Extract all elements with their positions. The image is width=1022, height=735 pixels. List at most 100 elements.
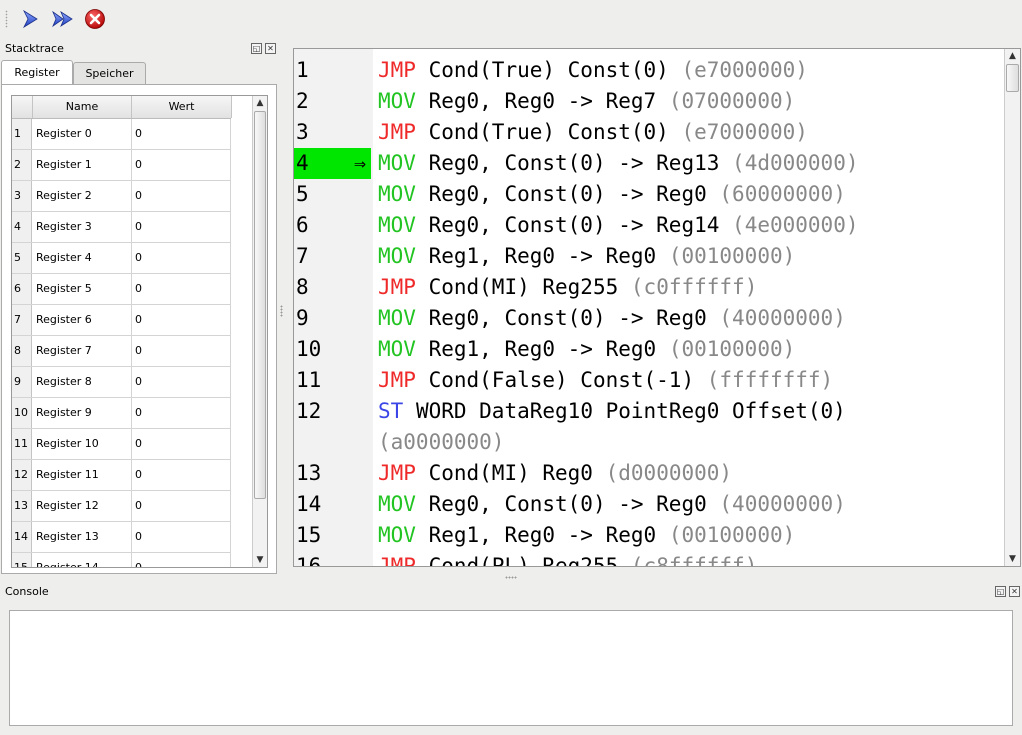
- register-name-cell[interactable]: Register 5: [33, 274, 132, 304]
- vertical-splitter[interactable]: [280, 305, 283, 317]
- opcode: MOV: [378, 306, 416, 330]
- table-row[interactable]: 1 Register 00: [12, 119, 231, 150]
- code-line[interactable]: 7 MOV Reg1, Reg0 -> Reg0 (00100000): [294, 241, 999, 272]
- register-name-cell[interactable]: Register 0: [33, 119, 132, 149]
- code-scroll-up-icon[interactable]: ▲: [1005, 49, 1020, 63]
- code-line[interactable]: 5 MOV Reg0, Const(0) -> Reg0 (60000000): [294, 179, 999, 210]
- run-button[interactable]: [51, 8, 73, 30]
- code-line[interactable]: 14 MOV Reg0, Const(0) -> Reg0 (40000000): [294, 489, 999, 520]
- line-number: 15: [296, 523, 322, 547]
- code-scroll-down-icon[interactable]: ▼: [1005, 552, 1020, 566]
- table-row[interactable]: 9 Register 80: [12, 367, 231, 398]
- register-value-cell[interactable]: 0: [132, 553, 231, 567]
- console-float-icon[interactable]: ◱: [995, 586, 1006, 597]
- code-line[interactable]: 8 JMP Cond(MI) Reg255 (c0ffffff): [294, 272, 999, 303]
- register-value-cell[interactable]: 0: [132, 181, 231, 211]
- close-dock-icon[interactable]: ✕: [265, 43, 276, 54]
- table-row[interactable]: 14 Register 13 0: [12, 522, 231, 553]
- register-value-cell[interactable]: 0: [132, 305, 231, 335]
- register-name-cell[interactable]: Register 1: [33, 150, 132, 180]
- register-name-cell[interactable]: Register 14: [33, 553, 132, 567]
- opcode: JMP: [378, 368, 416, 392]
- code-line[interactable]: 16 JMP Cond(PL) Reg255 (c8ffffff): [294, 551, 999, 567]
- table-row[interactable]: 15 Register 14 0: [12, 553, 231, 567]
- table-row[interactable]: 8 Register 70: [12, 336, 231, 367]
- table-row[interactable]: 7 Register 60: [12, 305, 231, 336]
- code-scrollbar[interactable]: ▲ ▼: [1004, 49, 1020, 566]
- table-row[interactable]: 12 Register 11 0: [12, 460, 231, 491]
- register-name-cell[interactable]: Register 6: [33, 305, 132, 335]
- opcode: MOV: [378, 89, 416, 113]
- stop-button[interactable]: [84, 8, 106, 30]
- register-value-cell[interactable]: 0: [132, 398, 231, 428]
- hex-encoding: (c8ffffff): [630, 554, 758, 567]
- table-row[interactable]: 2 Register 10: [12, 150, 231, 181]
- table-row[interactable]: 4 Register 30: [12, 212, 231, 243]
- code-line[interactable]: 10 MOV Reg1, Reg0 -> Reg0 (00100000): [294, 334, 999, 365]
- line-number: 12: [296, 399, 322, 423]
- row-number: 12: [12, 460, 32, 490]
- tab-speicher[interactable]: Speicher: [73, 62, 146, 85]
- line-number: 3: [296, 120, 309, 144]
- table-row[interactable]: 6 Register 50: [12, 274, 231, 305]
- register-name-cell[interactable]: Register 10: [33, 429, 132, 459]
- code-line[interactable]: 3 JMP Cond(True) Const(0) (e7000000): [294, 117, 999, 148]
- scroll-down-icon[interactable]: ▼: [253, 553, 267, 567]
- line-number: 9: [296, 306, 309, 330]
- opcode: MOV: [378, 244, 416, 268]
- code-line[interactable]: 2 MOV Reg0, Reg0 -> Reg7 (07000000): [294, 86, 999, 117]
- register-name-cell[interactable]: Register 3: [33, 212, 132, 242]
- code-line[interactable]: 4 ⇒ MOV Reg0, Const(0) -> Reg13 (4d000000): [294, 148, 999, 179]
- register-name-cell[interactable]: Register 8: [33, 367, 132, 397]
- register-value-cell[interactable]: 0: [132, 119, 231, 149]
- column-header-name[interactable]: Name: [33, 96, 132, 118]
- register-name-cell[interactable]: Register 4: [33, 243, 132, 273]
- step-button[interactable]: [19, 8, 41, 30]
- table-row[interactable]: 11 Register 10 0: [12, 429, 231, 460]
- table-row[interactable]: 5 Register 40: [12, 243, 231, 274]
- register-name-cell[interactable]: Register 11: [33, 460, 132, 490]
- register-name-cell[interactable]: Register 7: [33, 336, 132, 366]
- float-dock-icon[interactable]: ◱: [251, 43, 262, 54]
- code-view[interactable]: 1 JMP Cond(True) Const(0) (e7000000) 2 MOV …: [293, 48, 1021, 567]
- console-output[interactable]: [9, 610, 1013, 726]
- register-name-cell[interactable]: Register 13: [33, 522, 132, 552]
- tab-register[interactable]: Register: [1, 60, 73, 86]
- register-scrollbar[interactable]: ▲ ▼: [252, 96, 267, 567]
- table-row[interactable]: 3 Register 20: [12, 181, 231, 212]
- console-close-icon[interactable]: ✕: [1009, 586, 1020, 597]
- register-value-cell[interactable]: 0: [132, 460, 231, 490]
- table-row[interactable]: 13 Register 12 0: [12, 491, 231, 522]
- register-value-cell[interactable]: 0: [132, 429, 231, 459]
- register-value-cell[interactable]: 0: [132, 336, 231, 366]
- instruction: JMP Cond(True) Const(0) (e7000000): [378, 55, 808, 86]
- toolbar-grip[interactable]: [5, 10, 8, 28]
- code-line[interactable]: 12 ST WORD DataReg10 PointReg0 Offset(0): [294, 396, 999, 427]
- code-line-continuation[interactable]: (a0000000): [294, 427, 999, 458]
- register-value-cell[interactable]: 0: [132, 274, 231, 304]
- register-value-cell[interactable]: 0: [132, 367, 231, 397]
- column-header-wert[interactable]: Wert: [132, 96, 232, 118]
- code-line[interactable]: 9 MOV Reg0, Const(0) -> Reg0 (40000000): [294, 303, 999, 334]
- table-row[interactable]: 10 Register 90: [12, 398, 231, 429]
- code-line[interactable]: 6 MOV Reg0, Const(0) -> Reg14 (4e000000): [294, 210, 999, 241]
- register-value-cell[interactable]: 0: [132, 243, 231, 273]
- code-line[interactable]: 13 JMP Cond(MI) Reg0 (d0000000): [294, 458, 999, 489]
- code-line[interactable]: 1 JMP Cond(True) Const(0) (e7000000): [294, 55, 999, 86]
- register-value-cell[interactable]: 0: [132, 522, 231, 552]
- scroll-up-icon[interactable]: ▲: [253, 96, 267, 110]
- register-value-cell[interactable]: 0: [132, 212, 231, 242]
- horizontal-splitter[interactable]: [505, 576, 517, 579]
- scroll-thumb[interactable]: [254, 111, 266, 499]
- register-table: Name Wert 1 Register 0 0 2 Register 1 0 3 Regis…: [11, 95, 268, 568]
- register-value-cell[interactable]: 0: [132, 491, 231, 521]
- step-arrow-icon: [23, 9, 38, 29]
- instruction: MOV Reg0, Const(0) -> Reg13 (4d000000): [378, 148, 858, 179]
- register-value-cell[interactable]: 0: [132, 150, 231, 180]
- code-line[interactable]: 15 MOV Reg1, Reg0 -> Reg0 (00100000): [294, 520, 999, 551]
- register-name-cell[interactable]: Register 12: [33, 491, 132, 521]
- code-scroll-thumb[interactable]: [1006, 64, 1019, 92]
- register-name-cell[interactable]: Register 9: [33, 398, 132, 428]
- register-name-cell[interactable]: Register 2: [33, 181, 132, 211]
- code-line[interactable]: 11 JMP Cond(False) Const(-1) (ffffffff): [294, 365, 999, 396]
